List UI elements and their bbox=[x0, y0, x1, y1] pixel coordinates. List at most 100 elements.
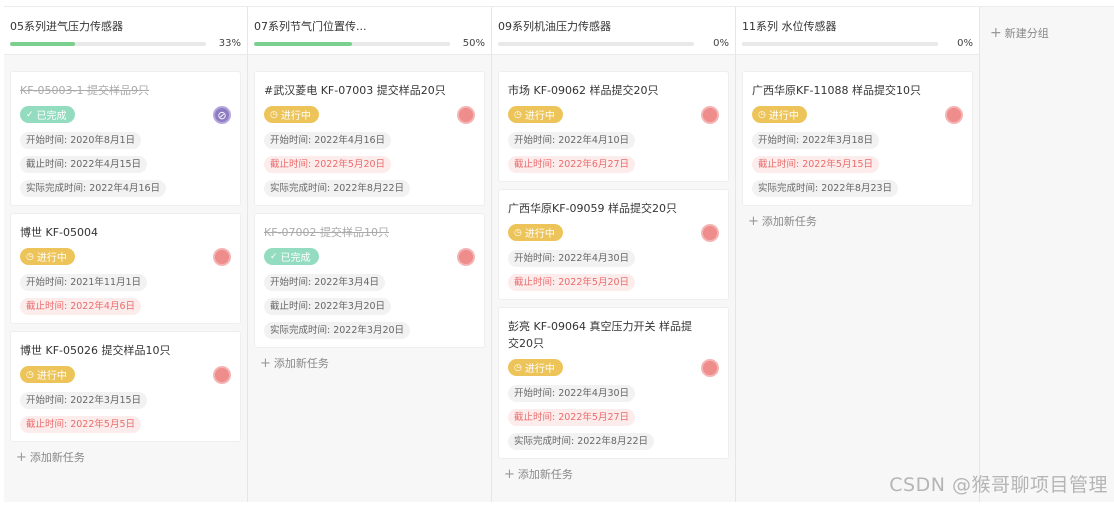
date-chip: 开始时间: 2022年3月15日 bbox=[20, 392, 148, 409]
clock-icon: ◷ bbox=[514, 109, 522, 120]
task-card[interactable]: 广西华原KF-11088 样品提交10只 ◷ 进行中开始时间: 2022年3月18日… bbox=[742, 71, 973, 206]
group-progress: 33% bbox=[10, 38, 241, 49]
kanban-board: 05系列进气压力传感器 33% KF-05003-1 提交样品9只 ✓ 已完成 开始时间:… bbox=[4, 6, 1114, 502]
task-card[interactable]: 彭亮 KF-09064 真空压力开关 样品提交20只 ◷ 进行中 开始时间: 2022… bbox=[498, 307, 729, 459]
status-badge[interactable]: ◷ 进行中 bbox=[508, 359, 563, 376]
card-list: 广西华原KF-11088 样品提交10只 ◷ 进行中开始时间: 2022年3月18日… bbox=[736, 55, 979, 229]
date-chip: 截止时间: 2022年4月15日 bbox=[20, 156, 148, 173]
assignee-avatar-icon[interactable] bbox=[213, 366, 231, 384]
status-badge[interactable]: ✓ 已完成 bbox=[264, 248, 319, 265]
assignee-avatar-icon[interactable] bbox=[457, 106, 475, 124]
group-title[interactable]: 07系列节气门位置传... bbox=[254, 18, 485, 32]
date-chip: 开始时间: 2022年3月18日 bbox=[752, 132, 880, 149]
assignee-avatar-icon[interactable]: ⊘ bbox=[213, 106, 231, 124]
task-title[interactable]: #武汉菱电 KF-07003 提交样品20只 bbox=[264, 82, 476, 99]
check-circle-icon: ✓ bbox=[270, 251, 278, 262]
task-card[interactable]: 广西华原KF-09059 样品提交20只 ◷ 进行中开始时间: 2022年4月30日… bbox=[498, 189, 729, 300]
task-card[interactable]: KF-07002 提交样品10只 ✓ 已完成 开始时间: 2022年3月4日 截止时间:… bbox=[254, 213, 485, 348]
status-label: 进行中 bbox=[524, 364, 555, 375]
status-badge[interactable]: ◷ 进行中 bbox=[264, 106, 319, 123]
clock-icon: ◷ bbox=[758, 109, 766, 120]
clock-icon: ◷ bbox=[514, 362, 522, 373]
date-chip: 截止时间: 2022年5月27日 bbox=[508, 409, 636, 426]
date-chip: 开始时间: 2021年11月1日 bbox=[20, 274, 148, 291]
assignee-avatar-icon[interactable] bbox=[213, 248, 231, 266]
clock-icon: ◷ bbox=[26, 369, 34, 380]
group-column: 11系列 水位传感器 0% 广西华原KF-11088 样品提交10只 ◷ 进行中开始时间… bbox=[736, 7, 980, 502]
group-header[interactable]: 05系列进气压力传感器 33% bbox=[4, 7, 247, 55]
add-task-label: 添加新任务 bbox=[29, 451, 85, 464]
task-card[interactable]: 博世 KF-05004 ◷ 进行中开始时间: 2021年11月1日 截止时间: 202… bbox=[10, 213, 241, 324]
task-title[interactable]: 市场 KF-09062 样品提交20只 bbox=[508, 82, 720, 99]
task-title[interactable]: KF-07002 提交样品10只 bbox=[264, 224, 476, 241]
group-column: 07系列节气门位置传... 50% #武汉菱电 KF-07003 提交样品20只 ◷ 进… bbox=[248, 7, 492, 502]
group-header[interactable]: 09系列机油压力传感器 0% bbox=[492, 7, 735, 55]
status-badge[interactable]: ◷ 进行中 bbox=[752, 106, 807, 123]
date-chip: 实际完成时间: 2022年8月22日 bbox=[508, 433, 655, 450]
progress-percent: 50% bbox=[462, 38, 485, 49]
add-task-button[interactable]: + 添加新任务 bbox=[498, 466, 729, 482]
clock-icon: ◷ bbox=[270, 109, 278, 120]
task-card[interactable]: 市场 KF-09062 样品提交20只 ◷ 进行中 开始时间: 2022年4月10日截… bbox=[498, 71, 729, 182]
status-badge[interactable]: ◷ 进行中 bbox=[20, 366, 75, 383]
task-card[interactable]: KF-05003-1 提交样品9只 ✓ 已完成开始时间: 2020年8月1日 截止时间… bbox=[10, 71, 241, 206]
status-badge[interactable]: ◷ 进行中 bbox=[508, 106, 563, 123]
add-task-button[interactable]: + 添加新任务 bbox=[742, 213, 973, 229]
check-circle-icon: ✓ bbox=[26, 109, 34, 120]
task-title[interactable]: 博世 KF-05004 bbox=[20, 224, 232, 241]
task-title[interactable]: 广西华原KF-11088 样品提交10只 bbox=[752, 82, 964, 99]
group-header[interactable]: 07系列节气门位置传... 50% bbox=[248, 7, 491, 55]
add-task-label: 添加新任务 bbox=[517, 468, 573, 481]
group-header[interactable]: 11系列 水位传感器 0% bbox=[736, 7, 979, 55]
plus-icon: + bbox=[748, 213, 759, 229]
add-task-button[interactable]: + 添加新任务 bbox=[254, 355, 485, 371]
plus-icon: + bbox=[260, 355, 271, 371]
card-list: 市场 KF-09062 样品提交20只 ◷ 进行中 开始时间: 2022年4月10日截… bbox=[492, 55, 735, 482]
date-chip: 截止时间: 2022年4月6日 bbox=[20, 298, 141, 315]
group-title[interactable]: 05系列进气压力传感器 bbox=[10, 18, 241, 32]
card-list: KF-05003-1 提交样品9只 ✓ 已完成开始时间: 2020年8月1日 截止时间… bbox=[4, 55, 247, 465]
status-label: 进行中 bbox=[524, 111, 555, 122]
task-title[interactable]: KF-05003-1 提交样品9只 bbox=[20, 82, 232, 99]
group-progress: 0% bbox=[742, 38, 973, 49]
clock-icon: ◷ bbox=[514, 227, 522, 238]
add-task-button[interactable]: + 添加新任务 bbox=[10, 449, 241, 465]
progress-fill bbox=[10, 41, 75, 46]
date-chip: 截止时间: 2022年5月5日 bbox=[20, 416, 141, 433]
status-badge[interactable]: ✓ 已完成 bbox=[20, 106, 75, 123]
watermark: CSDN @猴哥聊项目管理 bbox=[889, 474, 1108, 496]
new-group-column: + 新建分组 bbox=[980, 7, 1114, 502]
group-progress: 0% bbox=[498, 38, 729, 49]
date-chip: 截止时间: 2022年5月20日 bbox=[264, 156, 392, 173]
assignee-avatar-icon[interactable] bbox=[701, 106, 719, 124]
task-title[interactable]: 彭亮 KF-09064 真空压力开关 样品提交20只 bbox=[508, 318, 720, 352]
progress-bar bbox=[498, 41, 694, 46]
status-label: 进行中 bbox=[280, 111, 311, 122]
date-chip: 开始时间: 2020年8月1日 bbox=[20, 132, 141, 149]
assignee-avatar-icon[interactable] bbox=[457, 248, 475, 266]
task-card[interactable]: #武汉菱电 KF-07003 提交样品20只 ◷ 进行中开始时间: 2022年4月1… bbox=[254, 71, 485, 206]
task-title[interactable]: 博世 KF-05026 提交样品10只 bbox=[20, 342, 232, 359]
date-chip: 开始时间: 2022年4月16日 bbox=[264, 132, 392, 149]
progress-percent: 33% bbox=[218, 38, 241, 49]
task-title[interactable]: 广西华原KF-09059 样品提交20只 bbox=[508, 200, 720, 217]
plus-icon: + bbox=[990, 25, 1002, 41]
task-card[interactable]: 博世 KF-05026 提交样品10只 ◷ 进行中开始时间: 2022年3月15日截… bbox=[10, 331, 241, 442]
group-column: 05系列进气压力传感器 33% KF-05003-1 提交样品9只 ✓ 已完成开始时间:… bbox=[4, 7, 248, 502]
status-badge[interactable]: ◷ 进行中 bbox=[508, 224, 563, 241]
new-group-button[interactable]: + 新建分组 bbox=[980, 7, 1114, 41]
status-label: 进行中 bbox=[524, 229, 555, 240]
assignee-avatar-icon[interactable] bbox=[701, 359, 719, 377]
assignee-avatar-icon[interactable] bbox=[945, 106, 963, 124]
assignee-avatar-icon[interactable] bbox=[701, 224, 719, 242]
clock-icon: ◷ bbox=[26, 251, 34, 262]
plus-icon: + bbox=[16, 449, 27, 465]
progress-percent: 0% bbox=[713, 38, 729, 49]
progress-percent: 0% bbox=[957, 38, 973, 49]
group-progress: 50% bbox=[254, 38, 485, 49]
card-list: #武汉菱电 KF-07003 提交样品20只 ◷ 进行中开始时间: 2022年4月1… bbox=[248, 55, 491, 371]
status-badge[interactable]: ◷ 进行中 bbox=[20, 248, 75, 265]
group-title[interactable]: 09系列机油压力传感器 bbox=[498, 18, 729, 32]
group-title[interactable]: 11系列 水位传感器 bbox=[742, 18, 973, 32]
date-chip: 开始时间: 2022年4月30日 bbox=[508, 250, 636, 267]
